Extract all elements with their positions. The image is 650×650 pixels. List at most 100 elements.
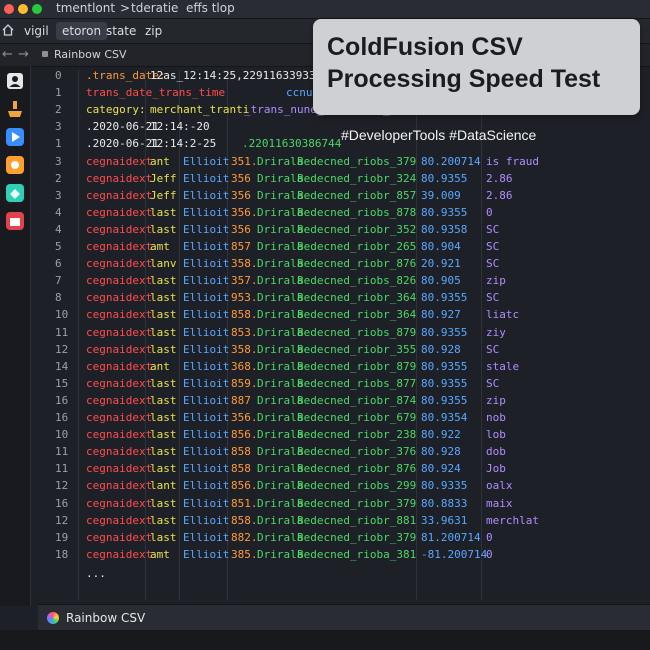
line-number[interactable]: 16 xyxy=(55,497,68,510)
table-cell[interactable]: Ellioit xyxy=(183,548,229,561)
extension-icon[interactable] xyxy=(5,155,25,175)
table-cell[interactable]: ant xyxy=(150,360,170,373)
table-cell[interactable]: last xyxy=(150,343,177,356)
table-cell[interactable]: 80.928 xyxy=(421,445,461,458)
table-cell[interactable]: ant xyxy=(150,155,170,168)
table-cell[interactable]: Jeff xyxy=(150,189,177,202)
table-cell[interactable]: dob xyxy=(486,445,506,458)
table-cell[interactable]: 0 xyxy=(486,206,493,219)
table-cell[interactable]: last xyxy=(150,445,177,458)
line-number[interactable]: 8 xyxy=(55,291,62,304)
line-number[interactable]: 15 xyxy=(55,377,68,390)
table-cell[interactable]: SC xyxy=(486,377,499,390)
table-cell[interactable]: cegnaidext xyxy=(86,548,152,561)
table-cell[interactable]: 856. xyxy=(231,428,258,441)
table-cell[interactable]: last xyxy=(150,308,177,321)
table-cell[interactable]: last xyxy=(150,206,177,219)
status-label[interactable]: Rainbow CSV xyxy=(66,611,145,625)
table-cell[interactable]: Bedecned_riobr_364 xyxy=(297,308,416,321)
debug-icon[interactable] xyxy=(5,99,25,119)
table-row[interactable]: 8 cegnaidext last Ellioit 953. Drirala Bedecne… xyxy=(38,289,650,306)
table-cell[interactable]: 80.9355 xyxy=(421,394,467,407)
table-cell[interactable]: Ellioit xyxy=(183,274,229,287)
table-cell[interactable]: cegnaidext xyxy=(86,223,152,236)
line-number[interactable]: 14 xyxy=(55,360,68,373)
table-cell[interactable]: 356. xyxy=(231,411,258,424)
table-cell[interactable]: 358. xyxy=(231,257,258,270)
table-cell[interactable]: Bedecned_riobr_874 xyxy=(297,394,416,407)
table-cell[interactable]: Bedecned_riobs_877 xyxy=(297,377,416,390)
table-cell[interactable]: zip xyxy=(486,394,506,407)
table-cell[interactable]: 356 xyxy=(231,223,251,236)
table-cell[interactable]: 80.924 xyxy=(421,462,461,475)
forward-arrow-icon[interactable]: → xyxy=(18,47,29,62)
maximize-window-button[interactable] xyxy=(32,4,42,14)
table-cell[interactable]: nob xyxy=(486,411,506,424)
table-cell[interactable]: Ellioit xyxy=(183,377,229,390)
table-row[interactable]: 14 cegnaidext ant Ellioit 368. Drirala Bedecne… xyxy=(38,358,650,375)
table-cell[interactable]: cegnaidext xyxy=(86,462,152,475)
table-cell[interactable]: 882. xyxy=(231,531,258,544)
table-cell[interactable]: cegnaidext xyxy=(86,377,152,390)
line-number[interactable]: 10 xyxy=(55,428,68,441)
table-cell[interactable]: last xyxy=(150,223,177,236)
table-cell[interactable]: cegnaidext xyxy=(86,274,152,287)
table-cell[interactable]: cegnaidext xyxy=(86,291,152,304)
table-cell[interactable]: Bedecned_riobs_379 xyxy=(297,155,416,168)
header-cell[interactable]: 12:14:2-25 xyxy=(150,137,216,150)
table-cell[interactable]: 80.9355 xyxy=(421,172,467,185)
table-cell[interactable]: 0 xyxy=(486,531,493,544)
table-cell[interactable]: 80.928 xyxy=(421,343,461,356)
table-cell[interactable]: 80.9355 xyxy=(421,360,467,373)
line-number[interactable]: 11 xyxy=(55,445,68,458)
table-cell[interactable]: cegnaidext xyxy=(86,206,152,219)
table-row[interactable]: 10 cegnaidext last Ellioit 858. Drirala Bedecn… xyxy=(38,306,650,323)
table-cell[interactable]: Ellioit xyxy=(183,428,229,441)
table-cell[interactable]: SC xyxy=(486,240,499,253)
table-cell[interactable]: 39.009 xyxy=(421,189,461,202)
table-cell[interactable]: Bedecned_riobs_299 xyxy=(297,479,416,492)
table-cell[interactable]: last xyxy=(150,394,177,407)
line-number[interactable]: 1 xyxy=(55,86,62,99)
table-cell[interactable]: cegnaidext xyxy=(86,531,152,544)
table-cell[interactable]: 858 xyxy=(231,445,251,458)
line-number[interactable]: 19 xyxy=(55,531,68,544)
table-cell[interactable]: Bedecned_riobr_379 xyxy=(297,497,416,510)
table-cell[interactable]: last xyxy=(150,428,177,441)
table-cell[interactable]: 953. xyxy=(231,291,258,304)
table-cell[interactable]: cegnaidext xyxy=(86,479,152,492)
header-cell[interactable]: category: xyxy=(86,103,146,116)
table-cell[interactable]: Bedecned_riobr_324 xyxy=(297,172,416,185)
file-tab-label[interactable]: Rainbow CSV xyxy=(54,48,127,61)
table-cell[interactable]: 80.927 xyxy=(421,308,461,321)
line-number[interactable]: 3 xyxy=(55,120,62,133)
table-cell[interactable]: 357. xyxy=(231,274,258,287)
table-cell[interactable]: Bedecned_riobr_352 xyxy=(297,223,416,236)
table-cell[interactable]: cegnaidext xyxy=(86,497,152,510)
table-cell[interactable]: Ellioit xyxy=(183,326,229,339)
table-cell[interactable]: -81.200714 xyxy=(421,548,487,561)
table-cell[interactable]: Bedecned_rioba_381 xyxy=(297,548,416,561)
tag-icon[interactable] xyxy=(5,183,25,203)
play-icon[interactable] xyxy=(5,127,25,147)
table-row[interactable]: 4 cegnaidext last Ellioit 356 Drirala Bedecned… xyxy=(38,221,650,238)
minimize-window-button[interactable] xyxy=(18,4,28,14)
table-cell[interactable]: 80.9354 xyxy=(421,411,467,424)
table-cell[interactable]: liatc xyxy=(486,308,519,321)
table-cell[interactable]: Ellioit xyxy=(183,291,229,304)
table-cell[interactable]: Bedecned_riobr_364 xyxy=(297,291,416,304)
table-row[interactable]: 2 cegnaidext Jeff Ellioit 356 Drirala Bedecned… xyxy=(38,170,650,187)
table-cell[interactable]: amt xyxy=(150,240,170,253)
table-cell[interactable]: ziy xyxy=(486,326,506,339)
table-cell[interactable]: Bedecned_riobr_238 xyxy=(297,428,416,441)
header-cell[interactable]: .22011630386744 xyxy=(242,137,341,150)
table-cell[interactable]: Bedecned_riobs_826 xyxy=(297,274,416,287)
table-cell[interactable]: 356 xyxy=(231,189,251,202)
line-number[interactable]: 4 xyxy=(55,206,62,219)
table-cell[interactable]: 80.9355 xyxy=(421,291,467,304)
line-number[interactable]: 12 xyxy=(55,343,68,356)
table-cell[interactable]: last xyxy=(150,326,177,339)
table-cell[interactable]: Bedecned_riobr_879 xyxy=(297,360,416,373)
header-cell[interactable]: .2020-06-21 xyxy=(86,137,159,150)
table-cell[interactable]: Bedecned_riobr_679 xyxy=(297,411,416,424)
